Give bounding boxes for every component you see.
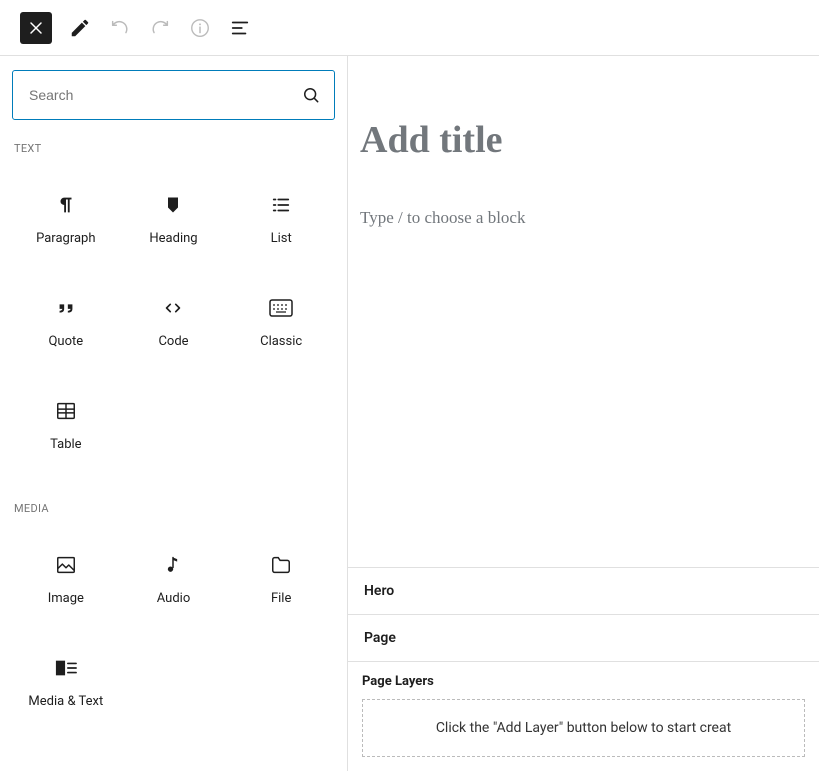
block-quote[interactable]: Quote bbox=[12, 276, 120, 371]
paragraph-icon bbox=[54, 193, 78, 217]
text-block-grid: Paragraph Heading List Quote bbox=[12, 173, 335, 474]
editor-main: Add title Type / to choose a block Hero … bbox=[348, 56, 819, 771]
stack-row-hero[interactable]: Hero bbox=[348, 568, 819, 615]
image-icon bbox=[54, 553, 78, 577]
block-media-text[interactable]: Media & Text bbox=[12, 636, 120, 731]
block-audio[interactable]: Audio bbox=[120, 533, 228, 628]
block-code[interactable]: Code bbox=[120, 276, 228, 371]
close-inserter-button[interactable] bbox=[20, 12, 52, 44]
block-inserter-panel: TEXT Paragraph Heading List bbox=[0, 56, 348, 771]
table-icon bbox=[54, 399, 78, 423]
post-title-input[interactable]: Add title bbox=[360, 118, 807, 162]
block-heading[interactable]: Heading bbox=[120, 173, 228, 268]
media-block-grid: Image Audio File Media & Text bbox=[12, 533, 335, 731]
page-layers-heading: Page Layers bbox=[348, 662, 819, 699]
quote-icon bbox=[54, 296, 78, 320]
info-icon bbox=[189, 17, 211, 39]
editor-body: Add title Type / to choose a block bbox=[348, 56, 819, 567]
audio-icon bbox=[161, 553, 185, 577]
pencil-icon bbox=[69, 17, 91, 39]
block-label: Table bbox=[50, 437, 81, 452]
undo-button[interactable] bbox=[102, 10, 138, 46]
media-text-icon bbox=[54, 656, 78, 680]
block-image[interactable]: Image bbox=[12, 533, 120, 628]
close-icon bbox=[26, 18, 46, 38]
section-label-media: MEDIA bbox=[14, 502, 333, 515]
redo-button[interactable] bbox=[142, 10, 178, 46]
edit-mode-button[interactable] bbox=[62, 10, 98, 46]
block-paragraph[interactable]: Paragraph bbox=[12, 173, 120, 268]
block-file[interactable]: File bbox=[227, 533, 335, 628]
top-toolbar bbox=[0, 0, 819, 56]
block-label: Image bbox=[48, 591, 84, 606]
file-icon bbox=[269, 553, 293, 577]
block-label: Classic bbox=[260, 334, 302, 349]
layers-panel: Hero Page Page Layers Click the "Add Lay… bbox=[348, 567, 819, 771]
block-table[interactable]: Table bbox=[12, 379, 120, 474]
section-label-text: TEXT bbox=[14, 142, 333, 155]
block-label: File bbox=[271, 591, 291, 606]
main-layout: TEXT Paragraph Heading List bbox=[0, 56, 819, 771]
heading-icon bbox=[161, 193, 185, 217]
block-label: Media & Text bbox=[28, 694, 103, 709]
block-content-placeholder[interactable]: Type / to choose a block bbox=[360, 208, 807, 228]
list-icon bbox=[269, 193, 293, 217]
search-input[interactable] bbox=[12, 70, 335, 120]
outline-icon bbox=[229, 17, 251, 39]
block-label: Quote bbox=[48, 334, 83, 349]
block-classic[interactable]: Classic bbox=[227, 276, 335, 371]
block-list[interactable]: List bbox=[227, 173, 335, 268]
outline-button[interactable] bbox=[222, 10, 258, 46]
block-label: List bbox=[271, 231, 292, 246]
info-button[interactable] bbox=[182, 10, 218, 46]
stack-row-page[interactable]: Page bbox=[348, 615, 819, 662]
page-layers-dropzone[interactable]: Click the "Add Layer" button below to st… bbox=[362, 699, 805, 757]
code-icon bbox=[161, 296, 185, 320]
redo-icon bbox=[149, 17, 171, 39]
undo-icon bbox=[109, 17, 131, 39]
block-label: Code bbox=[158, 334, 188, 349]
classic-icon bbox=[269, 296, 293, 320]
block-label: Paragraph bbox=[36, 231, 95, 246]
block-label: Heading bbox=[149, 231, 197, 246]
search-wrap bbox=[12, 70, 335, 120]
block-label: Audio bbox=[157, 591, 190, 606]
